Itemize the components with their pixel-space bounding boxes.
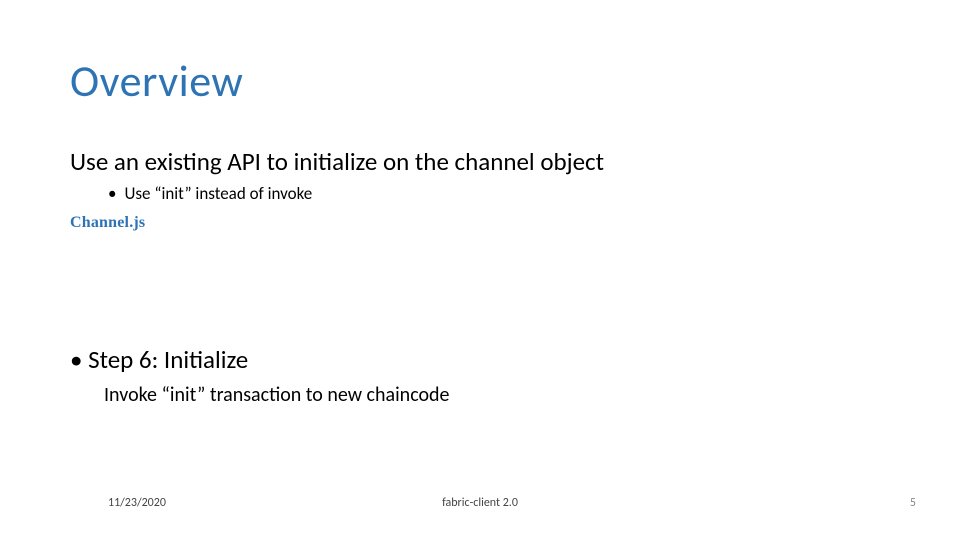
content-line-1: Use an existing API to initialize on the… bbox=[70, 146, 900, 177]
channel-js-label: Channel.js bbox=[70, 214, 145, 232]
footer-page-number: 5 bbox=[910, 496, 916, 510]
footer-center: fabric-client 2.0 bbox=[0, 496, 960, 510]
step-6-title: • Step 6: Initialize bbox=[70, 344, 900, 375]
content-block: Use an existing API to initialize on the… bbox=[70, 140, 900, 204]
slide-title: Overview bbox=[70, 54, 243, 108]
step-6-subtext: Invoke “init” transaction to new chainco… bbox=[104, 383, 900, 407]
slide: Overview Use an existing API to initiali… bbox=[0, 0, 960, 540]
step-block: • Step 6: Initialize Invoke “init” trans… bbox=[70, 344, 900, 407]
content-sub-bullet-1: Use “init” instead of invoke bbox=[108, 183, 900, 204]
